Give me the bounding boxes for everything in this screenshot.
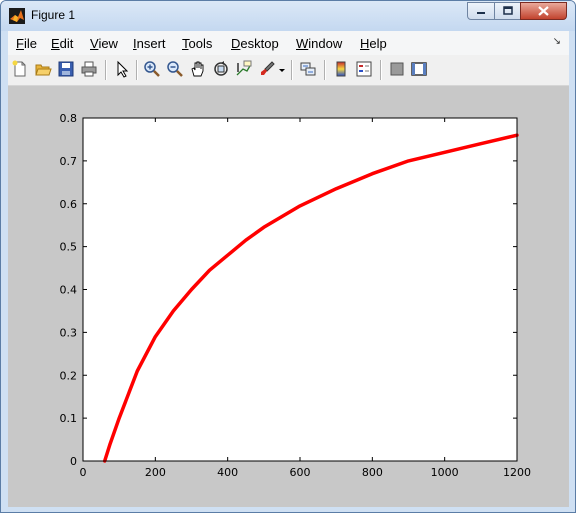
close-button[interactable] [520, 2, 567, 20]
save-icon[interactable] [57, 60, 75, 78]
menu-insert[interactable]: Insert [133, 36, 166, 51]
new-figure-icon[interactable] [11, 60, 29, 78]
legend-icon[interactable] [355, 60, 373, 78]
y-tick-label: 0.2 [60, 369, 78, 382]
open-file-icon[interactable] [34, 60, 52, 78]
figure-client-area: File Edit View Insert Tools Desktop Wind… [8, 31, 569, 507]
title-bar[interactable]: Figure 1 [1, 1, 575, 31]
x-tick-label: 800 [362, 466, 383, 479]
y-tick-label: 0.3 [60, 326, 78, 339]
x-tick-label: 600 [290, 466, 311, 479]
y-tick-label: 0.4 [60, 284, 78, 297]
toolbar-separator [380, 60, 382, 80]
toolbar-separator [291, 60, 293, 80]
menu-desktop[interactable]: Desktop [231, 36, 279, 51]
rotate-3d-icon[interactable] [212, 60, 230, 78]
x-tick-label: 1000 [431, 466, 459, 479]
x-tick-label: 1200 [503, 466, 531, 479]
toolbar-separator [136, 60, 138, 80]
menu-file[interactable]: File [16, 36, 37, 51]
colorbar-icon[interactable] [332, 60, 350, 78]
y-tick-label: 0 [70, 455, 77, 468]
toolbar-separator [324, 60, 326, 80]
minimize-icon [477, 12, 485, 14]
hide-plot-tools-icon[interactable] [388, 60, 406, 78]
menu-edit[interactable]: Edit [51, 36, 73, 51]
menu-tools[interactable]: Tools [182, 36, 212, 51]
menu-overflow-icon[interactable]: ↘ [553, 36, 561, 47]
brush-icon[interactable] [258, 60, 276, 78]
toolbar-separator [105, 60, 107, 80]
y-tick-label: 0.5 [60, 241, 78, 254]
figure-window: Figure 1 File Edit View Insert Tools Des… [0, 0, 576, 513]
x-tick-label: 400 [217, 466, 238, 479]
data-cursor-icon[interactable] [235, 60, 253, 78]
zoom-out-icon[interactable] [166, 60, 184, 78]
menu-view[interactable]: View [90, 36, 118, 51]
show-plot-tools-icon[interactable] [410, 60, 428, 78]
zoom-in-icon[interactable] [143, 60, 161, 78]
link-plot-icon[interactable] [299, 60, 317, 78]
minimize-button[interactable] [467, 2, 495, 20]
pan-hand-icon[interactable] [189, 60, 207, 78]
window-title: Figure 1 [31, 8, 76, 22]
menu-window[interactable]: Window [296, 36, 342, 51]
x-tick-label: 0 [80, 466, 87, 479]
series-line [102, 133, 519, 463]
brush-dropdown-icon[interactable] [278, 60, 286, 78]
figure-toolbar [8, 55, 569, 86]
close-icon [538, 6, 549, 16]
y-tick-label: 0.8 [60, 112, 78, 125]
maximize-icon [502, 6, 513, 15]
y-tick-label: 0.6 [60, 198, 78, 211]
plot-axes[interactable]: 0 200 400 600 800 1000 1200 0 0.1 0.2 0.3 0.4 0.5 0.6… [8, 86, 569, 507]
maximize-button[interactable] [494, 2, 521, 20]
y-tick-label: 0.1 [60, 412, 78, 425]
x-tick-label: 200 [145, 466, 166, 479]
matlab-logo-icon [9, 8, 25, 24]
axes-frame [82, 117, 518, 462]
y-tick-label: 0.7 [60, 155, 78, 168]
menu-bar: File Edit View Insert Tools Desktop Wind… [8, 31, 569, 55]
edit-plot-arrow-icon[interactable] [113, 60, 131, 78]
print-icon[interactable] [80, 60, 98, 78]
figure-canvas: 0 200 400 600 800 1000 1200 0 0.1 0.2 0.3 0.4 0.5 0.6… [8, 86, 569, 507]
menu-help[interactable]: Help [360, 36, 387, 51]
